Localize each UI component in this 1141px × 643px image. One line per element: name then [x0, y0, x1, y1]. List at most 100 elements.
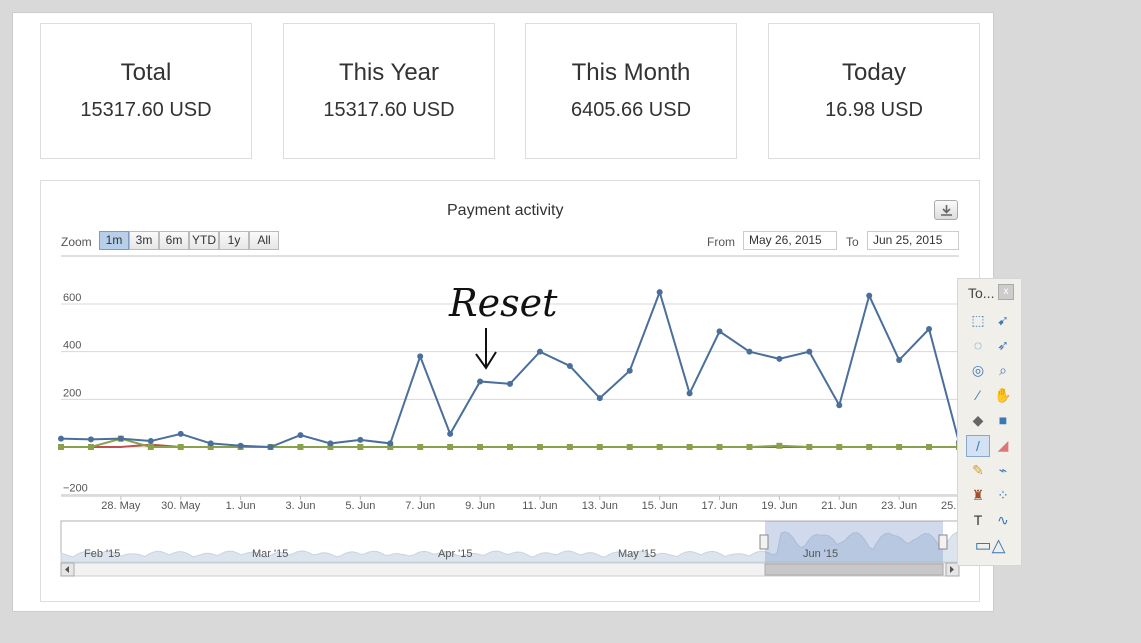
reset-annotation: Reset	[448, 281, 558, 325]
data-point[interactable]	[716, 444, 723, 450]
color-swatch-icon[interactable]: ■	[993, 410, 1013, 430]
navigator-label: May '15	[618, 548, 656, 560]
data-point[interactable]	[806, 444, 813, 450]
data-point[interactable]	[117, 435, 124, 442]
move-icon[interactable]: ➹	[993, 310, 1013, 330]
x-tick-label: 30. May	[161, 500, 201, 512]
data-point[interactable]	[357, 444, 364, 450]
ellipse-select-icon[interactable]: ◎	[968, 360, 988, 380]
data-point[interactable]	[686, 444, 693, 450]
data-point[interactable]	[207, 440, 214, 447]
data-point[interactable]	[866, 292, 873, 299]
data-point[interactable]	[596, 444, 603, 450]
x-tick-label: 5. Jun	[345, 500, 375, 512]
data-point[interactable]	[477, 444, 484, 450]
data-point[interactable]	[656, 444, 663, 450]
shapes-icon[interactable]: ▭△	[974, 535, 1006, 555]
x-tick-label: 28. May	[101, 500, 141, 512]
zoom-icon[interactable]: ⌕	[993, 360, 1013, 380]
y-tick-label: 600	[63, 292, 81, 304]
x-tick-label: 11. Jun	[522, 500, 557, 512]
data-point[interactable]	[536, 348, 543, 355]
x-tick-label: 19. Jun	[761, 500, 797, 512]
x-tick-label: 7. Jun	[405, 500, 435, 512]
navigator-label: Jun '15	[803, 548, 838, 560]
data-point[interactable]	[836, 444, 843, 450]
data-point[interactable]	[836, 402, 843, 409]
data-point[interactable]	[566, 444, 573, 450]
navigator-selection[interactable]	[765, 521, 943, 563]
data-point[interactable]	[776, 442, 783, 449]
text-icon[interactable]: T	[968, 510, 988, 530]
data-point[interactable]	[866, 444, 873, 450]
data-point[interactable]	[746, 348, 753, 355]
data-point[interactable]	[87, 444, 94, 450]
navigator-label: Feb '15	[84, 548, 120, 560]
y-tick-label: 200	[63, 387, 81, 399]
stamp-icon[interactable]: ♜	[968, 485, 988, 505]
navigator-left-handle[interactable]	[759, 534, 769, 550]
data-point[interactable]	[776, 355, 783, 362]
data-point[interactable]	[447, 444, 454, 450]
data-point[interactable]	[267, 444, 274, 450]
lasso-icon[interactable]: ◌	[968, 335, 988, 355]
data-point[interactable]	[566, 362, 573, 369]
data-point[interactable]	[926, 326, 933, 333]
data-point[interactable]	[896, 357, 903, 364]
curve-icon[interactable]: ∿	[993, 510, 1013, 530]
pointer-plus-icon[interactable]: ➶	[993, 335, 1013, 355]
data-point[interactable]	[596, 395, 603, 402]
data-point[interactable]	[896, 444, 903, 450]
select-rect-icon[interactable]: ⬚	[968, 310, 988, 330]
data-point[interactable]	[387, 440, 394, 447]
data-point[interactable]	[626, 367, 633, 374]
data-point[interactable]	[447, 430, 454, 437]
data-point[interactable]	[626, 444, 633, 450]
x-tick-label: 23. Jun	[881, 500, 917, 512]
data-point[interactable]	[417, 444, 424, 450]
y-tick-label: 400	[63, 340, 81, 352]
scrollbar-thumb[interactable]	[764, 563, 944, 576]
data-point[interactable]	[237, 442, 244, 449]
data-point[interactable]	[297, 432, 304, 439]
eyedropper-icon[interactable]: ⌁	[993, 460, 1013, 480]
data-point[interactable]	[357, 436, 364, 443]
fill-bucket-icon[interactable]: ◆	[968, 410, 988, 430]
data-point[interactable]	[58, 444, 64, 450]
brush-icon[interactable]: /	[966, 435, 990, 457]
data-point[interactable]	[147, 438, 154, 445]
data-point[interactable]	[536, 444, 543, 450]
data-point[interactable]	[746, 444, 753, 450]
toolbox-close-button[interactable]: x	[998, 284, 1014, 300]
data-point[interactable]	[177, 430, 184, 437]
data-point[interactable]	[177, 444, 184, 450]
data-point[interactable]	[327, 440, 334, 447]
eraser-icon[interactable]: ◢	[993, 435, 1013, 455]
data-point[interactable]	[806, 348, 813, 355]
x-tick-label: 1. Jun	[226, 500, 256, 512]
data-point[interactable]	[656, 289, 663, 296]
data-point[interactable]	[297, 444, 304, 450]
data-point[interactable]	[926, 444, 933, 450]
x-tick-label: 21. Jun	[821, 500, 857, 512]
navigator-label: Apr '15	[438, 548, 473, 560]
data-point[interactable]	[417, 353, 424, 360]
data-point[interactable]	[87, 436, 94, 443]
x-tick-label: 13. Jun	[582, 500, 618, 512]
toolbox-panel: To... x ⬚ ➹ ◌ ➶ ◎ ⌕ ⁄ ✋ ◆ ■ / ◢ ✎ ⌁ ♜ ⁘ …	[957, 278, 1022, 566]
data-point[interactable]	[716, 328, 723, 335]
toolbox-title: To...	[968, 285, 995, 301]
magic-wand-icon[interactable]: ⁄	[968, 385, 988, 405]
data-point[interactable]	[507, 380, 513, 387]
x-tick-label: 3. Jun	[285, 500, 315, 512]
data-point[interactable]	[686, 390, 693, 397]
y-tick-label: −200	[63, 483, 88, 495]
hand-icon[interactable]: ✋	[993, 385, 1013, 405]
data-point[interactable]	[58, 435, 64, 442]
data-point[interactable]	[147, 444, 154, 450]
data-point[interactable]	[477, 378, 484, 385]
clone-icon[interactable]: ⁘	[993, 485, 1013, 505]
pencil-icon[interactable]: ✎	[968, 460, 988, 480]
data-point[interactable]	[507, 444, 513, 450]
navigator-right-handle[interactable]	[938, 534, 948, 550]
